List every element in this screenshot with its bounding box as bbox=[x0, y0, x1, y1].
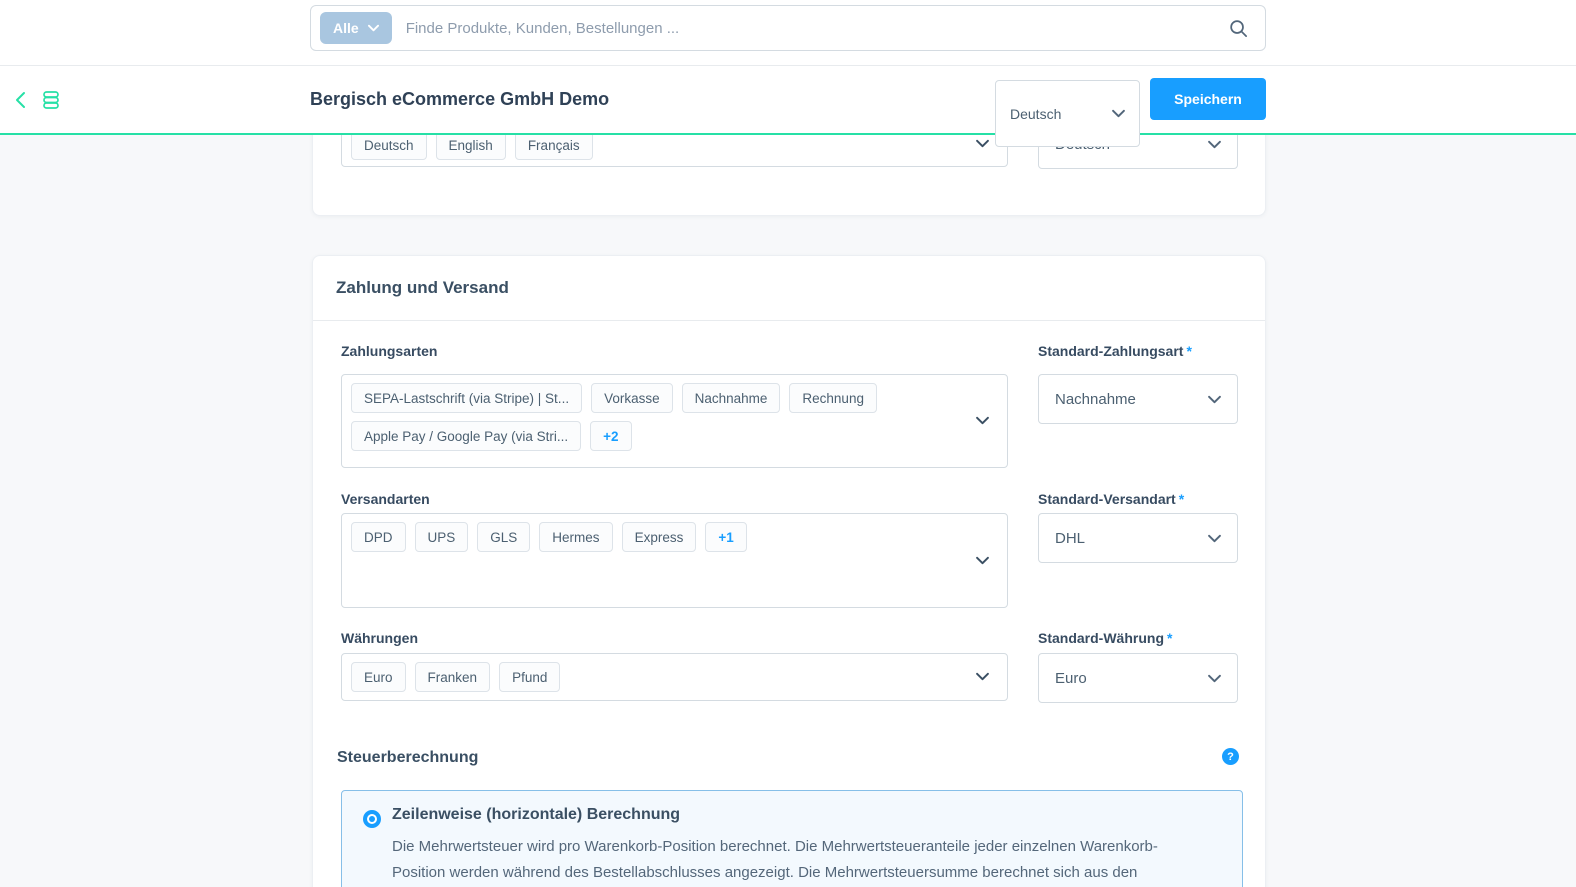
tag[interactable]: Euro bbox=[351, 662, 406, 692]
tag[interactable]: SEPA-Lastschrift (via Stripe) | St... bbox=[351, 383, 582, 413]
tax-option-title: Zeilenweise (horizontale) Berechnung bbox=[392, 806, 680, 824]
tag[interactable]: Vorkasse bbox=[591, 383, 673, 413]
default-shipping-select[interactable]: DHL bbox=[1038, 513, 1238, 563]
page-header: Bergisch eCommerce GmbH Demo Deutsch Spe… bbox=[0, 66, 1576, 135]
chevron-down-icon bbox=[1208, 534, 1221, 543]
tag[interactable]: DPD bbox=[351, 522, 406, 552]
default-payment-value: Nachnahme bbox=[1055, 391, 1136, 408]
shipping-methods-label: Versandarten bbox=[341, 491, 430, 507]
content-language-value: Deutsch bbox=[1010, 106, 1061, 122]
tag[interactable]: UPS bbox=[415, 522, 469, 552]
default-payment-select[interactable]: Nachnahme bbox=[1038, 374, 1238, 424]
chevron-down-icon[interactable] bbox=[976, 412, 989, 430]
search-filter-label: Alle bbox=[333, 20, 359, 36]
radio-selected[interactable] bbox=[363, 810, 381, 828]
payment-methods-label: Zahlungsarten bbox=[341, 343, 437, 359]
tag[interactable]: Apple Pay / Google Pay (via Stri... bbox=[351, 421, 581, 451]
content-language-select[interactable]: Deutsch bbox=[995, 80, 1140, 147]
top-search-bar: Alle ? bbox=[0, 0, 1576, 66]
chevron-down-icon[interactable] bbox=[976, 135, 989, 153]
help-icon[interactable]: ? bbox=[1222, 748, 1239, 765]
more-shipping-tag[interactable]: +1 bbox=[705, 522, 746, 552]
tag[interactable]: Nachnahme bbox=[682, 383, 781, 413]
save-button[interactable]: Speichern bbox=[1150, 78, 1266, 120]
default-shipping-value: DHL bbox=[1055, 530, 1085, 547]
tax-option-description: Die Mehrwertsteuer wird pro Warenkorb-Po… bbox=[392, 834, 1202, 887]
chevron-down-icon bbox=[1208, 395, 1221, 404]
tag[interactable]: Pfund bbox=[499, 662, 560, 692]
tag[interactable]: GLS bbox=[477, 522, 530, 552]
currencies-multiselect[interactable]: Euro Franken Pfund bbox=[341, 653, 1008, 701]
chevron-down-icon[interactable] bbox=[976, 668, 989, 686]
tag[interactable]: Hermes bbox=[539, 522, 612, 552]
currencies-label: Währungen bbox=[341, 630, 418, 646]
chevron-down-icon bbox=[1208, 674, 1221, 683]
payment-shipping-card: Zahlung und Versand Zahlungsarten SEPA-L… bbox=[312, 255, 1266, 887]
chevron-down-icon[interactable] bbox=[976, 552, 989, 570]
tag[interactable]: Express bbox=[622, 522, 697, 552]
search-icon[interactable] bbox=[1228, 18, 1249, 44]
default-shipping-label: Standard-Versandart* bbox=[1038, 491, 1184, 507]
required-mark: * bbox=[1186, 343, 1191, 359]
required-mark: * bbox=[1167, 630, 1172, 646]
tag[interactable]: Rechnung bbox=[789, 383, 877, 413]
chevron-down-icon bbox=[1208, 140, 1221, 149]
shipping-methods-multiselect[interactable]: DPD UPS GLS Hermes Express +1 bbox=[341, 513, 1008, 608]
default-currency-select[interactable]: Euro bbox=[1038, 653, 1238, 703]
payment-methods-multiselect[interactable]: SEPA-Lastschrift (via Stripe) | St... Vor… bbox=[341, 374, 1008, 468]
default-currency-value: Euro bbox=[1055, 670, 1087, 687]
more-payments-tag[interactable]: +2 bbox=[590, 421, 631, 451]
global-search-box[interactable]: Alle bbox=[310, 5, 1266, 51]
card-title: Zahlung und Versand bbox=[313, 256, 1265, 321]
tax-option-horizontal[interactable]: Zeilenweise (horizontale) Berechnung Die… bbox=[341, 790, 1243, 887]
tag[interactable]: Franken bbox=[415, 662, 491, 692]
default-payment-label: Standard-Zahlungsart* bbox=[1038, 343, 1192, 359]
chevron-down-icon bbox=[1112, 109, 1125, 118]
search-filter-button[interactable]: Alle bbox=[320, 12, 392, 44]
page-title: Bergisch eCommerce GmbH Demo bbox=[310, 66, 609, 133]
chevron-down-icon bbox=[368, 24, 379, 32]
default-currency-label: Standard-Währung* bbox=[1038, 630, 1172, 646]
search-input[interactable] bbox=[406, 20, 1265, 37]
back-chevron-icon[interactable] bbox=[12, 90, 30, 115]
tax-calculation-heading: Steuerberechnung bbox=[337, 749, 478, 767]
required-mark: * bbox=[1179, 491, 1184, 507]
sales-channel-stack-icon[interactable] bbox=[40, 89, 62, 116]
